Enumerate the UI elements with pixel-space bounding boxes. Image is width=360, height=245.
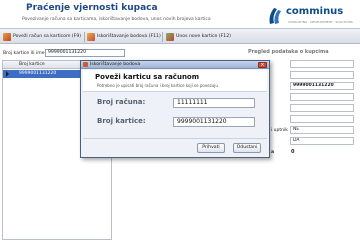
link-receipt-button[interactable]: Poveži račun sa karticom (F9) bbox=[3, 31, 81, 42]
customer-field[interactable] bbox=[290, 115, 354, 123]
logo-mark-icon bbox=[269, 8, 281, 24]
customer-card-field[interactable]: 9999001131220 bbox=[290, 82, 354, 90]
receipt-number-label: Broj računa: bbox=[97, 98, 146, 106]
toolbar: Poveži račun sa karticom (F9) Iskorištav… bbox=[0, 28, 360, 44]
app-window: Praćenje vjernosti kupaca Povezivanje ra… bbox=[0, 0, 360, 245]
new-card-label: Unos nove kartice (F12) bbox=[176, 34, 231, 39]
card-number-label: Broj kartice: bbox=[97, 117, 146, 125]
dialog-app-icon bbox=[83, 62, 88, 67]
customer-label-a: a bbox=[271, 150, 275, 155]
dialog-window-title: Iskorištavanje bodova bbox=[90, 62, 141, 67]
dialog-heading: Poveži karticu sa računom bbox=[95, 73, 200, 81]
customer-points-value: 0 bbox=[291, 149, 295, 155]
search-label: Broj kartice ili ime bbox=[3, 51, 45, 56]
new-card-icon bbox=[166, 32, 174, 41]
page-subtitle: Povezivanje računa sa karticama, iskoriš… bbox=[22, 17, 211, 22]
customer-panel-title: Pregled podataka o kupcima bbox=[248, 49, 329, 55]
grid-column-card-number: Broj kartice bbox=[19, 62, 45, 67]
toolbar-separator bbox=[162, 32, 163, 42]
dialog-titlebar[interactable]: Iskorištavanje bodova × bbox=[81, 61, 269, 69]
redeem-icon bbox=[87, 32, 95, 41]
customer-field-da[interactable]: DA bbox=[290, 137, 354, 145]
close-icon[interactable]: × bbox=[258, 62, 267, 68]
dialog-header: Poveži karticu sa računom Potrebno je up… bbox=[83, 70, 267, 92]
dialog-divider bbox=[83, 138, 267, 139]
row-indicator-icon bbox=[6, 71, 9, 77]
customer-label-uptnik: i uptnik bbox=[271, 128, 288, 133]
logo-tagline: CONSULTING · DEVELOPMENT · SOLUTIONS bbox=[288, 20, 353, 24]
customer-field[interactable] bbox=[290, 93, 354, 101]
customer-field[interactable] bbox=[290, 104, 354, 112]
page-title: Praćenje vjernosti kupaca bbox=[26, 3, 158, 13]
redeem-points-button[interactable]: Iskorištavanje bodova (F11) bbox=[87, 31, 161, 42]
cancel-button[interactable]: Odustani bbox=[233, 143, 261, 153]
receipt-number-input[interactable]: 11111111 bbox=[173, 98, 255, 108]
new-card-button[interactable]: Unos nove kartice (F12) bbox=[166, 31, 231, 42]
logo-text: comminus bbox=[286, 6, 344, 17]
link-card-dialog: Iskorištavanje bodova × Poveži karticu s… bbox=[80, 60, 270, 158]
link-receipt-label: Poveži račun sa karticom (F9) bbox=[13, 34, 82, 39]
toolbar-separator bbox=[84, 32, 85, 42]
card-number-input[interactable]: 9999001131220 bbox=[173, 117, 255, 127]
customer-field[interactable] bbox=[290, 60, 354, 68]
dialog-description: Potrebno je upisati broj računa i broj k… bbox=[97, 83, 218, 88]
link-card-icon bbox=[3, 32, 11, 41]
search-input[interactable]: 9999001131220 bbox=[45, 49, 125, 57]
accept-button[interactable]: Prihvati bbox=[197, 143, 225, 153]
customer-field[interactable] bbox=[290, 71, 354, 79]
customer-field-ne[interactable]: NE bbox=[290, 126, 354, 134]
redeem-points-label: Iskorištavanje bodova (F11) bbox=[97, 34, 161, 39]
grid-cell-card-number: 9999001131220 bbox=[19, 71, 57, 76]
